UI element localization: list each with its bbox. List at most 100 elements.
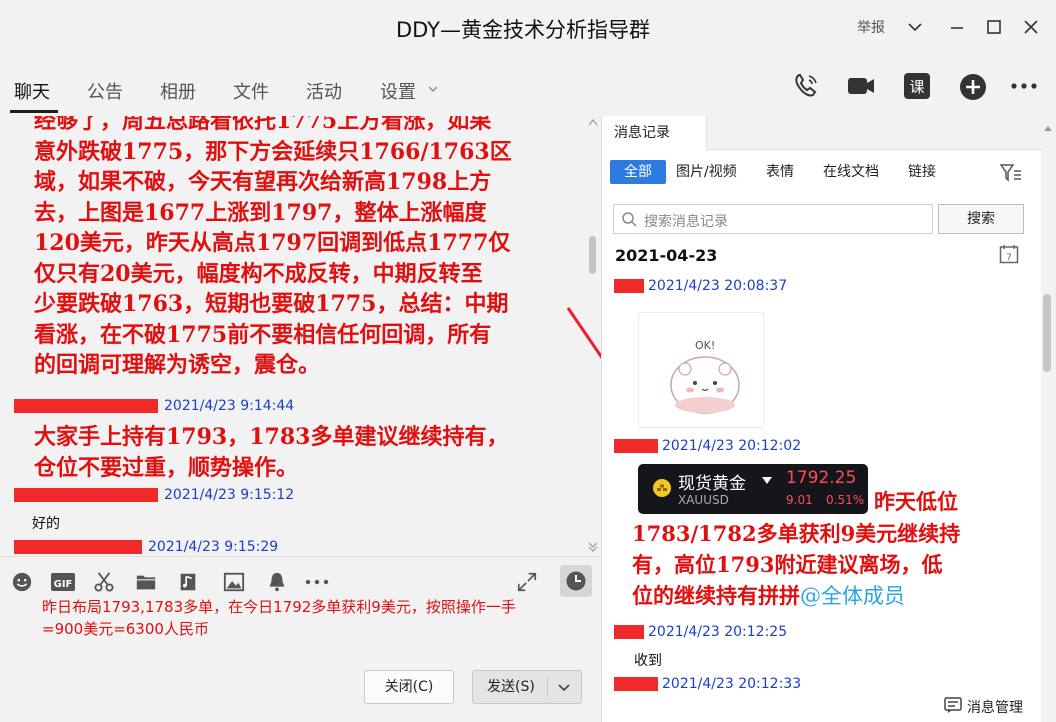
tab-activities[interactable]: 活动 xyxy=(306,78,342,104)
gold-coin-icon xyxy=(653,479,671,497)
message-time: 2021/4/23 20:08:37 xyxy=(648,278,788,294)
filter-media[interactable]: 图片/视频 xyxy=(676,160,737,184)
mention-all[interactable]: @全体成员 xyxy=(800,584,905,608)
message-line: 有，高位1793附近建议离场，低 xyxy=(632,552,943,577)
expand-icon[interactable] xyxy=(515,571,539,593)
message-manager-icon[interactable] xyxy=(944,697,962,714)
price-change-percent: 0.51% xyxy=(826,493,865,507)
add-icon[interactable] xyxy=(957,70,989,102)
redacted-sender xyxy=(614,677,658,691)
tab-message-history[interactable]: 消息记录 xyxy=(602,116,707,150)
message-line: 位的继续持有拼拼@全体成员 xyxy=(632,580,1032,612)
scissors-icon[interactable] xyxy=(92,571,116,593)
scroll-up-icon[interactable] xyxy=(588,118,598,126)
history-search-input[interactable]: 搜索消息记录 xyxy=(613,204,933,234)
message-line: 仅只有20美元，幅度构不成反转，中期反转至 xyxy=(34,260,483,287)
redacted-sender xyxy=(14,488,158,502)
chat-window: DDY—黄金技术分析指导群 举报 聊天 公告 相册 文件 活动 设置 课 经够了… xyxy=(0,0,1056,722)
tab-bar: 聊天 公告 相册 文件 活动 设置 xyxy=(0,68,600,114)
filter-docs[interactable]: 在线文档 xyxy=(823,160,879,184)
message-input[interactable]: 昨日布局1793,1783多单，在今日1792多单获利9美元，按照操作一手 =9… xyxy=(42,596,582,640)
price-change: 9.01 xyxy=(786,493,813,507)
emoji-icon[interactable] xyxy=(10,571,34,593)
svg-text:课: 课 xyxy=(909,78,924,96)
message-meta: 2021/4/23 9:15:12 xyxy=(14,487,294,503)
chat-scrollbar-thumb[interactable] xyxy=(589,236,596,274)
message-time: 2021/4/23 9:15:29 xyxy=(148,539,279,555)
sticker-image[interactable]: OK! xyxy=(638,312,764,428)
image-icon[interactable] xyxy=(222,571,246,593)
history-meta: 2021/4/23 20:12:02 xyxy=(614,438,801,454)
message-line: 域，如果不破，今天有望再次给新高1798上方 xyxy=(34,169,492,195)
tab-announcements[interactable]: 公告 xyxy=(87,78,123,104)
chevron-down-icon[interactable] xyxy=(904,16,926,38)
message-text: 经够了，周五总路看依托1775上方看涨，如果 意外跌破1775，那下方会延续只1… xyxy=(34,116,580,381)
scroll-up-icon[interactable] xyxy=(1044,124,1052,132)
filter-links[interactable]: 链接 xyxy=(908,160,936,184)
search-button[interactable]: 搜索 xyxy=(938,204,1024,234)
redacted-sender xyxy=(614,439,658,453)
history-message-text: 收到 xyxy=(634,653,662,669)
message-text: 好的 xyxy=(32,516,60,532)
active-tab-indicator xyxy=(10,110,58,113)
send-button[interactable]: 发送(S) xyxy=(472,670,582,704)
message-line: 的回调可理解为诱空，震仓。 xyxy=(34,352,321,378)
redacted-sender xyxy=(14,540,142,554)
date-heading: 2021-04-23 xyxy=(615,246,718,265)
redacted-sender xyxy=(614,279,644,293)
close-button[interactable]: 关闭(C) xyxy=(364,670,454,704)
more-icon[interactable] xyxy=(304,571,330,593)
instrument-name: 现货黄金 xyxy=(678,474,746,494)
bell-icon[interactable] xyxy=(265,571,289,593)
gif-icon[interactable]: GIF xyxy=(50,571,76,593)
filter-icon[interactable] xyxy=(1000,163,1022,183)
tab-chat[interactable]: 聊天 xyxy=(14,78,50,104)
chevron-down-icon[interactable] xyxy=(557,682,571,694)
instrument-symbol: XAUUSD xyxy=(678,493,729,507)
folder-icon[interactable] xyxy=(134,571,158,593)
more-icon[interactable] xyxy=(1008,70,1040,102)
svg-text:GIF: GIF xyxy=(54,579,73,590)
message-time: 2021/4/23 9:14:44 xyxy=(164,398,295,414)
history-scrollbar-thumb[interactable] xyxy=(1043,294,1051,372)
phone-icon[interactable] xyxy=(790,70,822,102)
tab-files[interactable]: 文件 xyxy=(233,78,269,104)
message-time: 2021/4/23 20:12:33 xyxy=(662,676,802,692)
scroll-bottom-icon[interactable] xyxy=(588,541,598,553)
history-tabbar: 消息记录 xyxy=(602,116,1042,150)
hamster-sticker-icon xyxy=(670,356,740,414)
message-line: 意外跌破1775，那下方会延续只1766/1763区 xyxy=(34,138,512,165)
filter-all[interactable]: 全部 xyxy=(610,160,666,184)
chevron-down-icon[interactable] xyxy=(426,82,440,96)
filter-stickers[interactable]: 表情 xyxy=(766,160,794,184)
message-manager-button[interactable]: 消息管理 xyxy=(967,697,1023,717)
calendar-icon[interactable]: 7 xyxy=(999,244,1019,264)
title-bar: DDY—黄金技术分析指导群 举报 xyxy=(0,0,1056,56)
message-line: 仓位不要过重，顺势操作。 xyxy=(34,454,299,481)
report-button[interactable]: 举报 xyxy=(857,17,885,37)
tab-album[interactable]: 相册 xyxy=(160,78,196,104)
close-icon[interactable] xyxy=(1020,16,1042,38)
message-line: 少要跌破1763，短期也要破1775，总结：中期 xyxy=(34,291,509,317)
redacted-sender xyxy=(614,625,644,639)
video-call-icon[interactable] xyxy=(845,70,877,102)
history-meta: 2021/4/23 20:08:37 xyxy=(614,278,787,294)
message-time: 2021/4/23 9:15:12 xyxy=(164,487,295,503)
minimize-icon[interactable] xyxy=(946,16,968,38)
message-time: 2021/4/23 20:12:02 xyxy=(662,438,802,454)
history-message-text: 1783/1782多单获利9美元继续持 有，高位1793附近建议离场，低 位的继… xyxy=(632,518,1032,612)
maximize-icon[interactable] xyxy=(983,16,1005,38)
caret-down-icon xyxy=(762,477,772,484)
chat-messages[interactable]: 经够了，周五总路看依托1775上方看涨，如果 意外跌破1775，那下方会延续只1… xyxy=(0,116,600,556)
search-icon xyxy=(622,212,637,227)
message-line: 去，上图是1677上涨到1797，整体上涨幅度 xyxy=(34,199,487,226)
gold-price-card[interactable]: 现货黄金 XAUUSD 1792.25 9.01 0.51% xyxy=(638,464,868,514)
message-line: 1783/1782多单获利9美元继续持 xyxy=(632,521,961,546)
tab-settings[interactable]: 设置 xyxy=(380,78,416,104)
price: 1792.25 xyxy=(786,468,857,488)
message-meta: 2021/4/23 9:15:29 xyxy=(14,539,278,555)
history-button[interactable] xyxy=(560,565,592,597)
music-icon[interactable] xyxy=(176,571,200,593)
lesson-icon[interactable]: 课 xyxy=(901,70,933,102)
message-line: 经够了，周五总路看依托1775上方看涨，如果 xyxy=(34,116,492,134)
